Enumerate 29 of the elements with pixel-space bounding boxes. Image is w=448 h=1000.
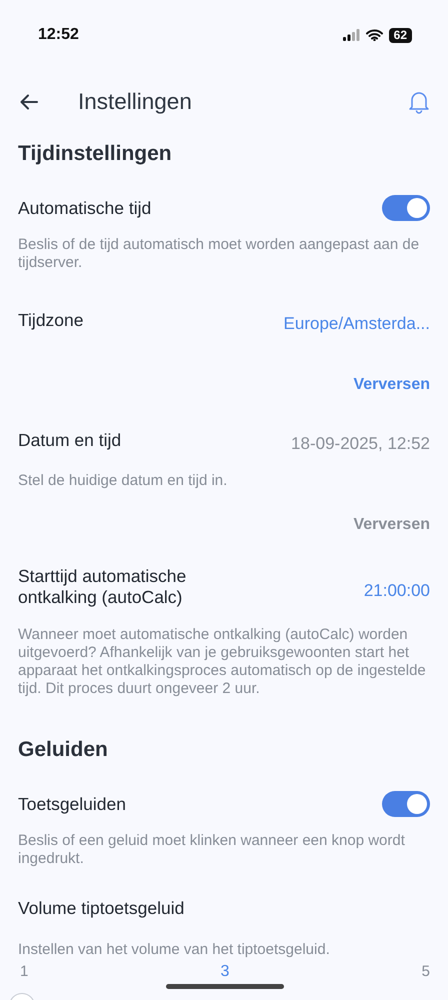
wifi-icon [366,29,383,41]
setting-description: Beslis of een geluid moet klinken wanneer een knop wordt ingedrukt. [18,832,406,868]
setting-value: 18-09-2025, 12:52 [291,434,430,454]
setting-label: Tijdzone [18,310,84,330]
setting-value[interactable]: Europe/Amsterda... [284,314,430,334]
setting-label: Automatische tijd [18,198,152,218]
bell-icon[interactable] [408,90,430,114]
setting-label: Volume tiptoetsgeluid [18,898,186,919]
section-heading: Tijdinstellingen [18,142,173,166]
setting-label: Toetsgeluiden [18,794,126,814]
setting-label: Datum en tijd [18,430,122,450]
section-heading: Geluiden [18,738,109,762]
scale-label: 1 [20,963,28,981]
setting-description: Instellen van het volume van het tiptoetsgeluid. [18,941,331,959]
signal-icon [342,29,360,41]
refresh-button[interactable]: Verversen [353,376,430,394]
toggle-switch[interactable] [382,195,430,221]
scale-label: 5 [422,963,430,981]
setting-description: Stel de huidige datum en tijd in. [18,472,228,490]
setting-value[interactable]: 21:00:00 [364,581,430,601]
page-title: Instellingen [78,89,193,115]
toggle-switch[interactable] [382,791,430,817]
setting-label: Starttijd automatische ontkalking (autoCalc) [18,566,188,608]
back-arrow-icon[interactable] [20,94,38,110]
status-time: 12:52 [38,26,79,44]
setting-description: Beslis of de tijd automatisch moet worden aangepast aan de tijdserver. [18,236,420,272]
scale-label: 3 [220,963,230,981]
setting-description: Wanneer moet automatische ontkalking (autoCalc) worden uitgevoerd? Afhankelijk van je gebruiksgewoonten start het apparaat het ontkalkingsproces automatisch op de ingestelde tijd. Dit proces duurt ongeveer 2 uur. [18,626,427,698]
battery-indicator: 62 [388,28,412,42]
